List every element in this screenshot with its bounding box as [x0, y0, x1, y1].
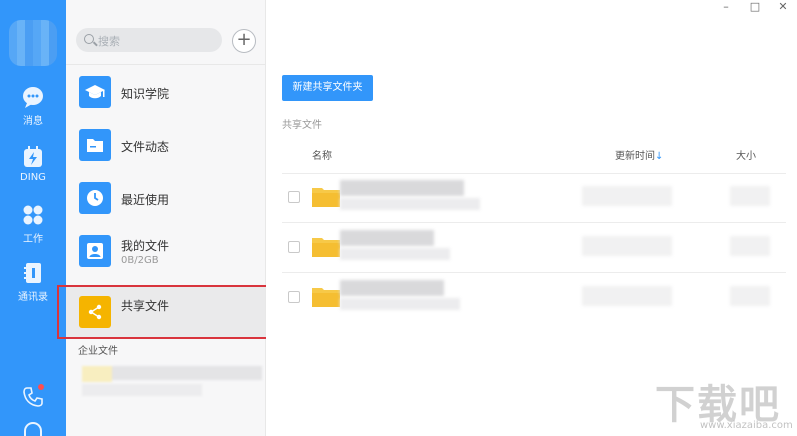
- row-divider: [282, 222, 786, 223]
- nav-item-file-activity[interactable]: 文件动态: [66, 119, 265, 171]
- table-row[interactable]: [282, 174, 786, 222]
- rail-item-ding[interactable]: DING: [0, 146, 66, 183]
- file-name-blurred: [340, 280, 444, 296]
- rail-label-contacts: 通讯录: [18, 292, 48, 303]
- file-size-blurred: [730, 286, 770, 306]
- column-header-time-label: 更新时间: [615, 151, 655, 162]
- share-icon: [79, 296, 111, 328]
- sort-down-icon: ↓: [655, 151, 664, 162]
- folder-icon: [312, 188, 340, 207]
- divider: [66, 64, 265, 65]
- update-time-blurred: [582, 186, 672, 206]
- table-row[interactable]: [282, 274, 786, 322]
- search-icon: [84, 34, 94, 44]
- chat-icon: [23, 87, 43, 108]
- update-time-blurred: [582, 286, 672, 306]
- column-header-time[interactable]: 更新时间↓: [615, 147, 663, 162]
- clock-icon: [79, 182, 111, 214]
- nav-item-shared-files[interactable]: 共享文件: [66, 286, 265, 338]
- graduation-cap-icon: [79, 76, 111, 108]
- maximize-button[interactable]: □: [746, 0, 764, 13]
- file-name-blurred: [340, 230, 434, 246]
- user-icon: [79, 235, 111, 267]
- file-meta-blurred: [340, 298, 460, 310]
- nav-label-file-activity: 文件动态: [121, 140, 170, 154]
- minimize-button[interactable]: –: [717, 0, 735, 13]
- nav-label-shared-files: 共享文件: [121, 299, 170, 313]
- add-button[interactable]: +: [232, 29, 256, 53]
- column-header-size[interactable]: 大小: [736, 147, 756, 162]
- rail-label-messages: 消息: [23, 116, 43, 127]
- update-time-blurred: [582, 236, 672, 256]
- avatar[interactable]: [9, 20, 57, 66]
- rail-item-contacts[interactable]: 通讯录: [0, 262, 66, 303]
- main-content: – □ ✕ 新建共享文件夹 共享文件 名称 更新时间↓ 大小: [266, 0, 797, 436]
- rail-label-ding: DING: [20, 172, 46, 183]
- table-row[interactable]: [282, 224, 786, 272]
- section-title: 共享文件: [282, 120, 322, 131]
- new-shared-folder-button[interactable]: 新建共享文件夹: [282, 75, 373, 101]
- close-button[interactable]: ✕: [774, 0, 792, 13]
- contacts-icon: [24, 263, 41, 283]
- enterprise-files-heading: 企业文件: [78, 346, 118, 357]
- file-meta-blurred: [340, 198, 480, 210]
- row-checkbox[interactable]: [288, 291, 300, 303]
- row-checkbox[interactable]: [288, 241, 300, 253]
- notification-dot: [38, 384, 44, 390]
- file-nav-panel: 搜索 + 知识学院 文件动态 最近使用 我的文件 0B/2GB 共享文件 企业文…: [66, 0, 266, 436]
- nav-label-my-files: 我的文件: [121, 239, 170, 253]
- nav-item-recent[interactable]: 最近使用: [66, 172, 265, 224]
- nav-item-my-files[interactable]: 我的文件 0B/2GB: [66, 225, 265, 277]
- search-box[interactable]: 搜索: [76, 28, 222, 52]
- row-divider: [282, 272, 786, 273]
- search-placeholder: 搜索: [98, 35, 120, 48]
- work-grid-icon: [23, 205, 43, 225]
- storage-usage: 0B/2GB: [121, 255, 159, 266]
- watermark-url: www.xiazaiba.com: [700, 420, 793, 431]
- rail-label-work: 工作: [23, 234, 43, 245]
- file-meta-blurred: [340, 248, 450, 260]
- folder-icon: [312, 238, 340, 257]
- enterprise-list-blurred[interactable]: [82, 364, 262, 398]
- left-rail: 消息 DING 工作 通讯录: [0, 0, 66, 436]
- folder-activity-icon: [79, 129, 111, 161]
- file-size-blurred: [730, 186, 770, 206]
- folder-icon: [312, 288, 340, 307]
- nav-label-recent: 最近使用: [121, 193, 170, 207]
- nav-item-knowledge[interactable]: 知识学院: [66, 66, 265, 118]
- more-icon[interactable]: [24, 422, 42, 436]
- rail-item-messages[interactable]: 消息: [0, 86, 66, 127]
- file-size-blurred: [730, 236, 770, 256]
- column-header-name[interactable]: 名称: [312, 147, 332, 162]
- nav-label-knowledge: 知识学院: [121, 87, 170, 101]
- row-checkbox[interactable]: [288, 191, 300, 203]
- rail-item-work[interactable]: 工作: [0, 204, 66, 245]
- file-name-blurred: [340, 180, 464, 196]
- ding-icon: [24, 146, 42, 167]
